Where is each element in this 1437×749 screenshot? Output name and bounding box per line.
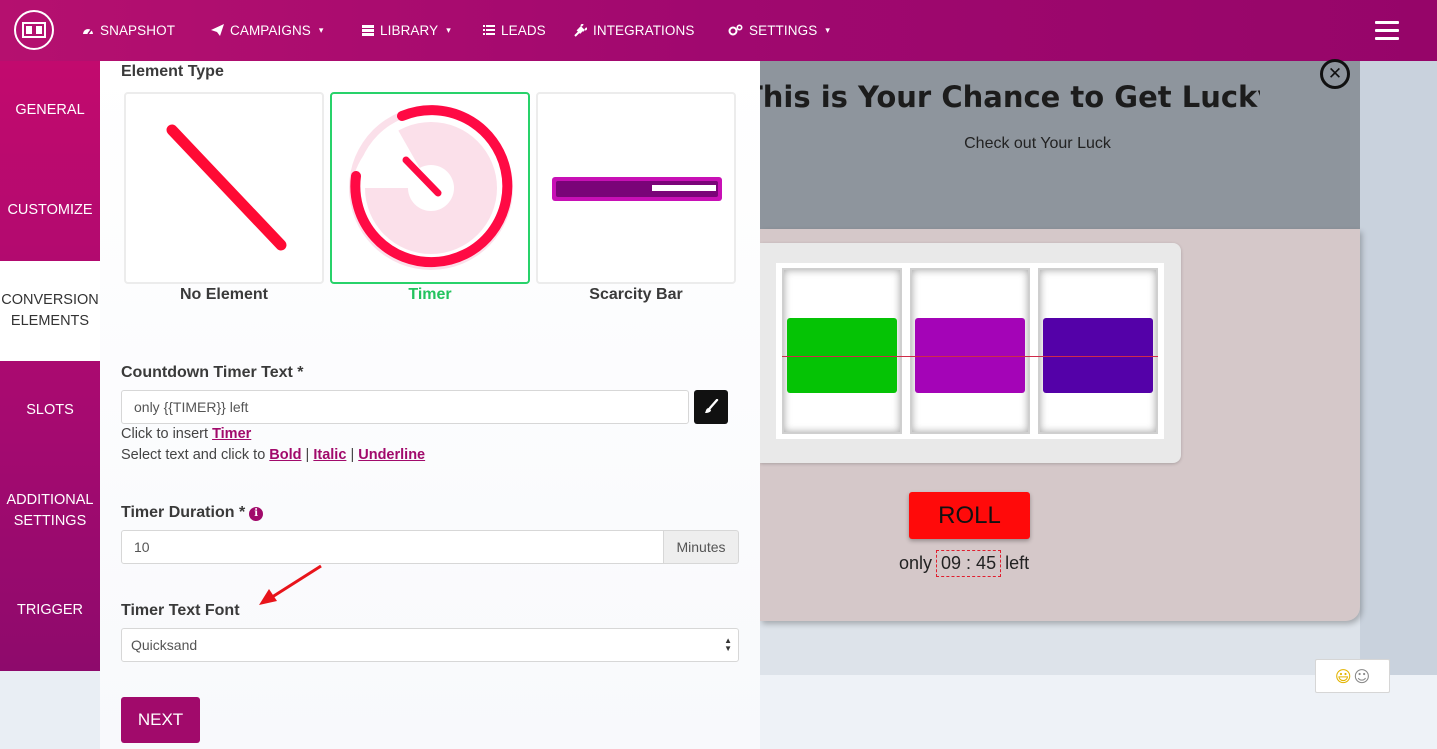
popup-headline: This is Your Chance to Get Lucky! — [760, 80, 1260, 114]
sidebar-item-customize[interactable]: CUSTOMIZE — [0, 161, 100, 261]
popup-subline: Check out Your Luck — [964, 135, 1111, 152]
timer-prefix: only — [899, 552, 933, 573]
scarcity-bar-icon — [552, 177, 722, 201]
insert-timer-link[interactable]: Timer — [212, 426, 251, 442]
nav-label: INTEGRATIONS — [593, 22, 695, 38]
sidebar-item-general[interactable]: GENERAL — [0, 61, 100, 161]
paper-plane-icon — [211, 24, 224, 36]
countdown-text-field[interactable]: only {{TIMER}} left — [121, 390, 689, 424]
timer-suffix: left — [1005, 552, 1030, 573]
underline-link[interactable]: Underline — [358, 447, 425, 463]
timer-font-select[interactable]: Quicksand ▲ ▼ — [121, 628, 739, 662]
format-hint: Select text and click to Bold | Italic |… — [121, 447, 425, 463]
info-icon[interactable]: i — [249, 507, 264, 521]
nav-leads[interactable]: LEADS — [483, 21, 546, 39]
card-label-no-element: No Element — [179, 286, 268, 303]
settings-sidebar: GENERAL CUSTOMIZE CONVERSION ELEMENTS SL… — [0, 61, 100, 671]
selected-font: Quicksand — [131, 637, 198, 653]
library-icon — [362, 24, 374, 36]
gears-icon — [728, 24, 743, 36]
roll-button[interactable]: ROLL — [909, 492, 1030, 539]
text-style-button[interactable] — [694, 390, 728, 424]
annotation-arrow-icon — [259, 564, 322, 605]
emoji-add-icon: 😃 — [1334, 666, 1352, 686]
sidebar-item-conversion-elements[interactable]: CONVERSION ELEMENTS — [0, 261, 100, 361]
timer-duration-label-text: Timer Duration * — [121, 504, 246, 521]
sidebar-item-label: ADDITIONAL SETTINGS — [6, 491, 94, 529]
element-card-no-element[interactable] — [124, 92, 324, 284]
element-card-timer[interactable] — [330, 92, 530, 284]
element-card-scarcity-bar[interactable] — [536, 92, 736, 284]
card-label-timer: Timer — [408, 286, 452, 303]
countdown-timer-text-label: Countdown Timer Text * — [121, 364, 304, 381]
separator: | — [350, 447, 355, 463]
nav-campaigns[interactable]: CAMPAIGNS ▾ — [211, 21, 324, 39]
nav-snapshot[interactable]: SNAPSHOT — [82, 21, 175, 39]
preview-backdrop — [1360, 61, 1437, 675]
insert-timer-hint: Click to insert Timer — [121, 426, 251, 442]
slot-payline — [782, 356, 1158, 357]
chevron-down-icon: ▾ — [446, 24, 451, 35]
sidebar-footer — [0, 671, 100, 749]
separator: | — [305, 447, 310, 463]
logo-icon — [22, 22, 46, 38]
hint-text: Click to insert — [121, 426, 213, 442]
element-type-label: Element Type — [121, 63, 224, 80]
nav-label: LIBRARY — [380, 22, 439, 38]
nav-label: CAMPAIGNS — [230, 22, 311, 38]
hamburger-menu-icon[interactable] — [1375, 21, 1399, 41]
nav-label: SETTINGS — [749, 22, 818, 38]
next-button[interactable]: NEXT — [121, 697, 200, 743]
timer-icon — [349, 105, 513, 270]
smiley-icon: ☺ — [1353, 666, 1371, 686]
nav-label: SNAPSHOT — [100, 22, 176, 38]
timer-text-font-label: Timer Text Font — [121, 602, 240, 619]
italic-link[interactable]: Italic — [313, 447, 346, 463]
dashboard-icon — [83, 29, 93, 35]
sidebar-item-label: TRIGGER — [16, 602, 84, 619]
duration-unit-addon: Minutes — [663, 530, 739, 564]
sidebar-item-slots[interactable]: SLOTS — [0, 361, 100, 461]
hint-text: Select text and click to — [121, 447, 270, 463]
timer-value: 09 : 45 — [936, 549, 1002, 577]
nav-library[interactable]: LIBRARY ▾ — [362, 21, 451, 39]
chevron-down-icon: ▾ — [825, 24, 830, 35]
no-element-icon — [166, 124, 287, 251]
sidebar-item-label: SLOTS — [26, 402, 74, 419]
bold-link[interactable]: Bold — [269, 447, 301, 463]
app-logo[interactable] — [14, 10, 54, 50]
sidebar-item-label: CUSTOMIZE — [7, 202, 93, 219]
nav-label: LEADS — [501, 22, 546, 38]
timer-duration-label: Timer Duration * i — [121, 504, 264, 522]
list-icon — [483, 25, 495, 35]
close-icon[interactable]: ✕ — [1320, 59, 1350, 89]
nav-settings[interactable]: SETTINGS ▾ — [728, 21, 830, 39]
sidebar-item-label: CONVERSION ELEMENTS — [1, 291, 99, 329]
nav-integrations[interactable]: INTEGRATIONS — [574, 21, 694, 39]
sidebar-item-trigger[interactable]: TRIGGER — [0, 561, 100, 661]
chevron-down-icon: ▾ — [318, 24, 324, 35]
select-arrows-icon: ▲ ▼ — [724, 636, 732, 653]
paintbrush-icon — [705, 399, 719, 413]
timer-duration-field[interactable]: 10 — [121, 530, 664, 564]
top-navbar: SNAPSHOT CAMPAIGNS ▾ LIBRARY ▾ LEADS INT… — [0, 0, 1437, 61]
sidebar-item-additional-settings[interactable]: ADDITIONAL SETTINGS — [0, 461, 100, 561]
sidebar-item-label: GENERAL — [15, 102, 85, 119]
card-label-scarcity-bar: Scarcity Bar — [589, 286, 683, 303]
countdown-timer: only 09 : 45 left — [899, 548, 1029, 578]
plug-icon — [574, 23, 587, 37]
emoji-picker-button[interactable]: 😃 ☺ — [1315, 659, 1390, 693]
